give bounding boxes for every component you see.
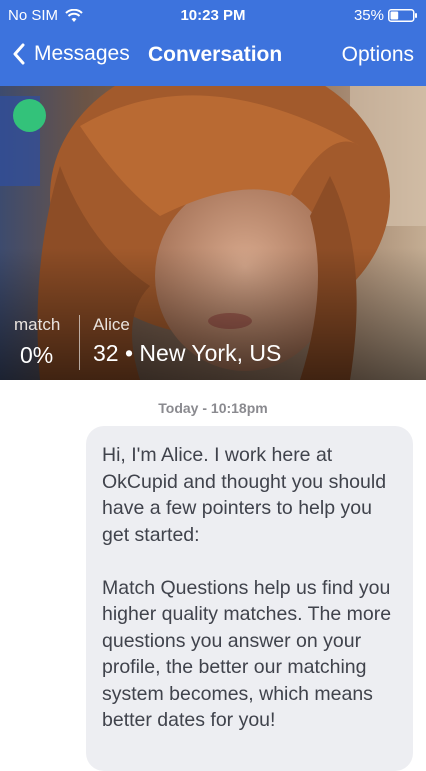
profile-name: Alice — [93, 315, 130, 334]
received-message-bubble[interactable]: Hi, I'm Alice. I work here at OkCupid an… — [86, 426, 413, 771]
message-timestamp: Today - 10:18pm — [158, 400, 268, 416]
profile-photo-image — [0, 86, 426, 380]
battery-icon — [388, 9, 417, 22]
back-button-label: Messages — [34, 42, 130, 65]
battery-percent: 35% — [353, 7, 384, 24]
message-paragraph: Hi, I'm Alice. I work here at OkCupid an… — [102, 444, 387, 546]
status-bar: No SIM 10:23 PM 35% — [0, 0, 426, 32]
match-label: match — [14, 315, 61, 334]
app-header: No SIM 10:23 PM 35% Messages Conversatio… — [0, 0, 426, 86]
page-title: Conversation — [148, 43, 283, 66]
battery-indicator: 35% — [354, 7, 418, 24]
message-paragraph: Match Questions help us find you higher … — [102, 576, 392, 732]
navigation-bar: Messages Conversation Options — [0, 38, 426, 78]
chevron-left-icon — [13, 43, 25, 65]
options-button[interactable]: Options — [342, 43, 414, 67]
online-status-indicator — [13, 99, 46, 132]
back-to-messages-button[interactable]: Messages — [12, 42, 130, 66]
profile-details: 32 • New York, US — [93, 340, 282, 366]
match-percentage: 0% — [20, 342, 54, 368]
profile-photo[interactable]: match 0% Alice 32 • New York, US — [0, 86, 426, 380]
stat-divider — [79, 315, 80, 370]
